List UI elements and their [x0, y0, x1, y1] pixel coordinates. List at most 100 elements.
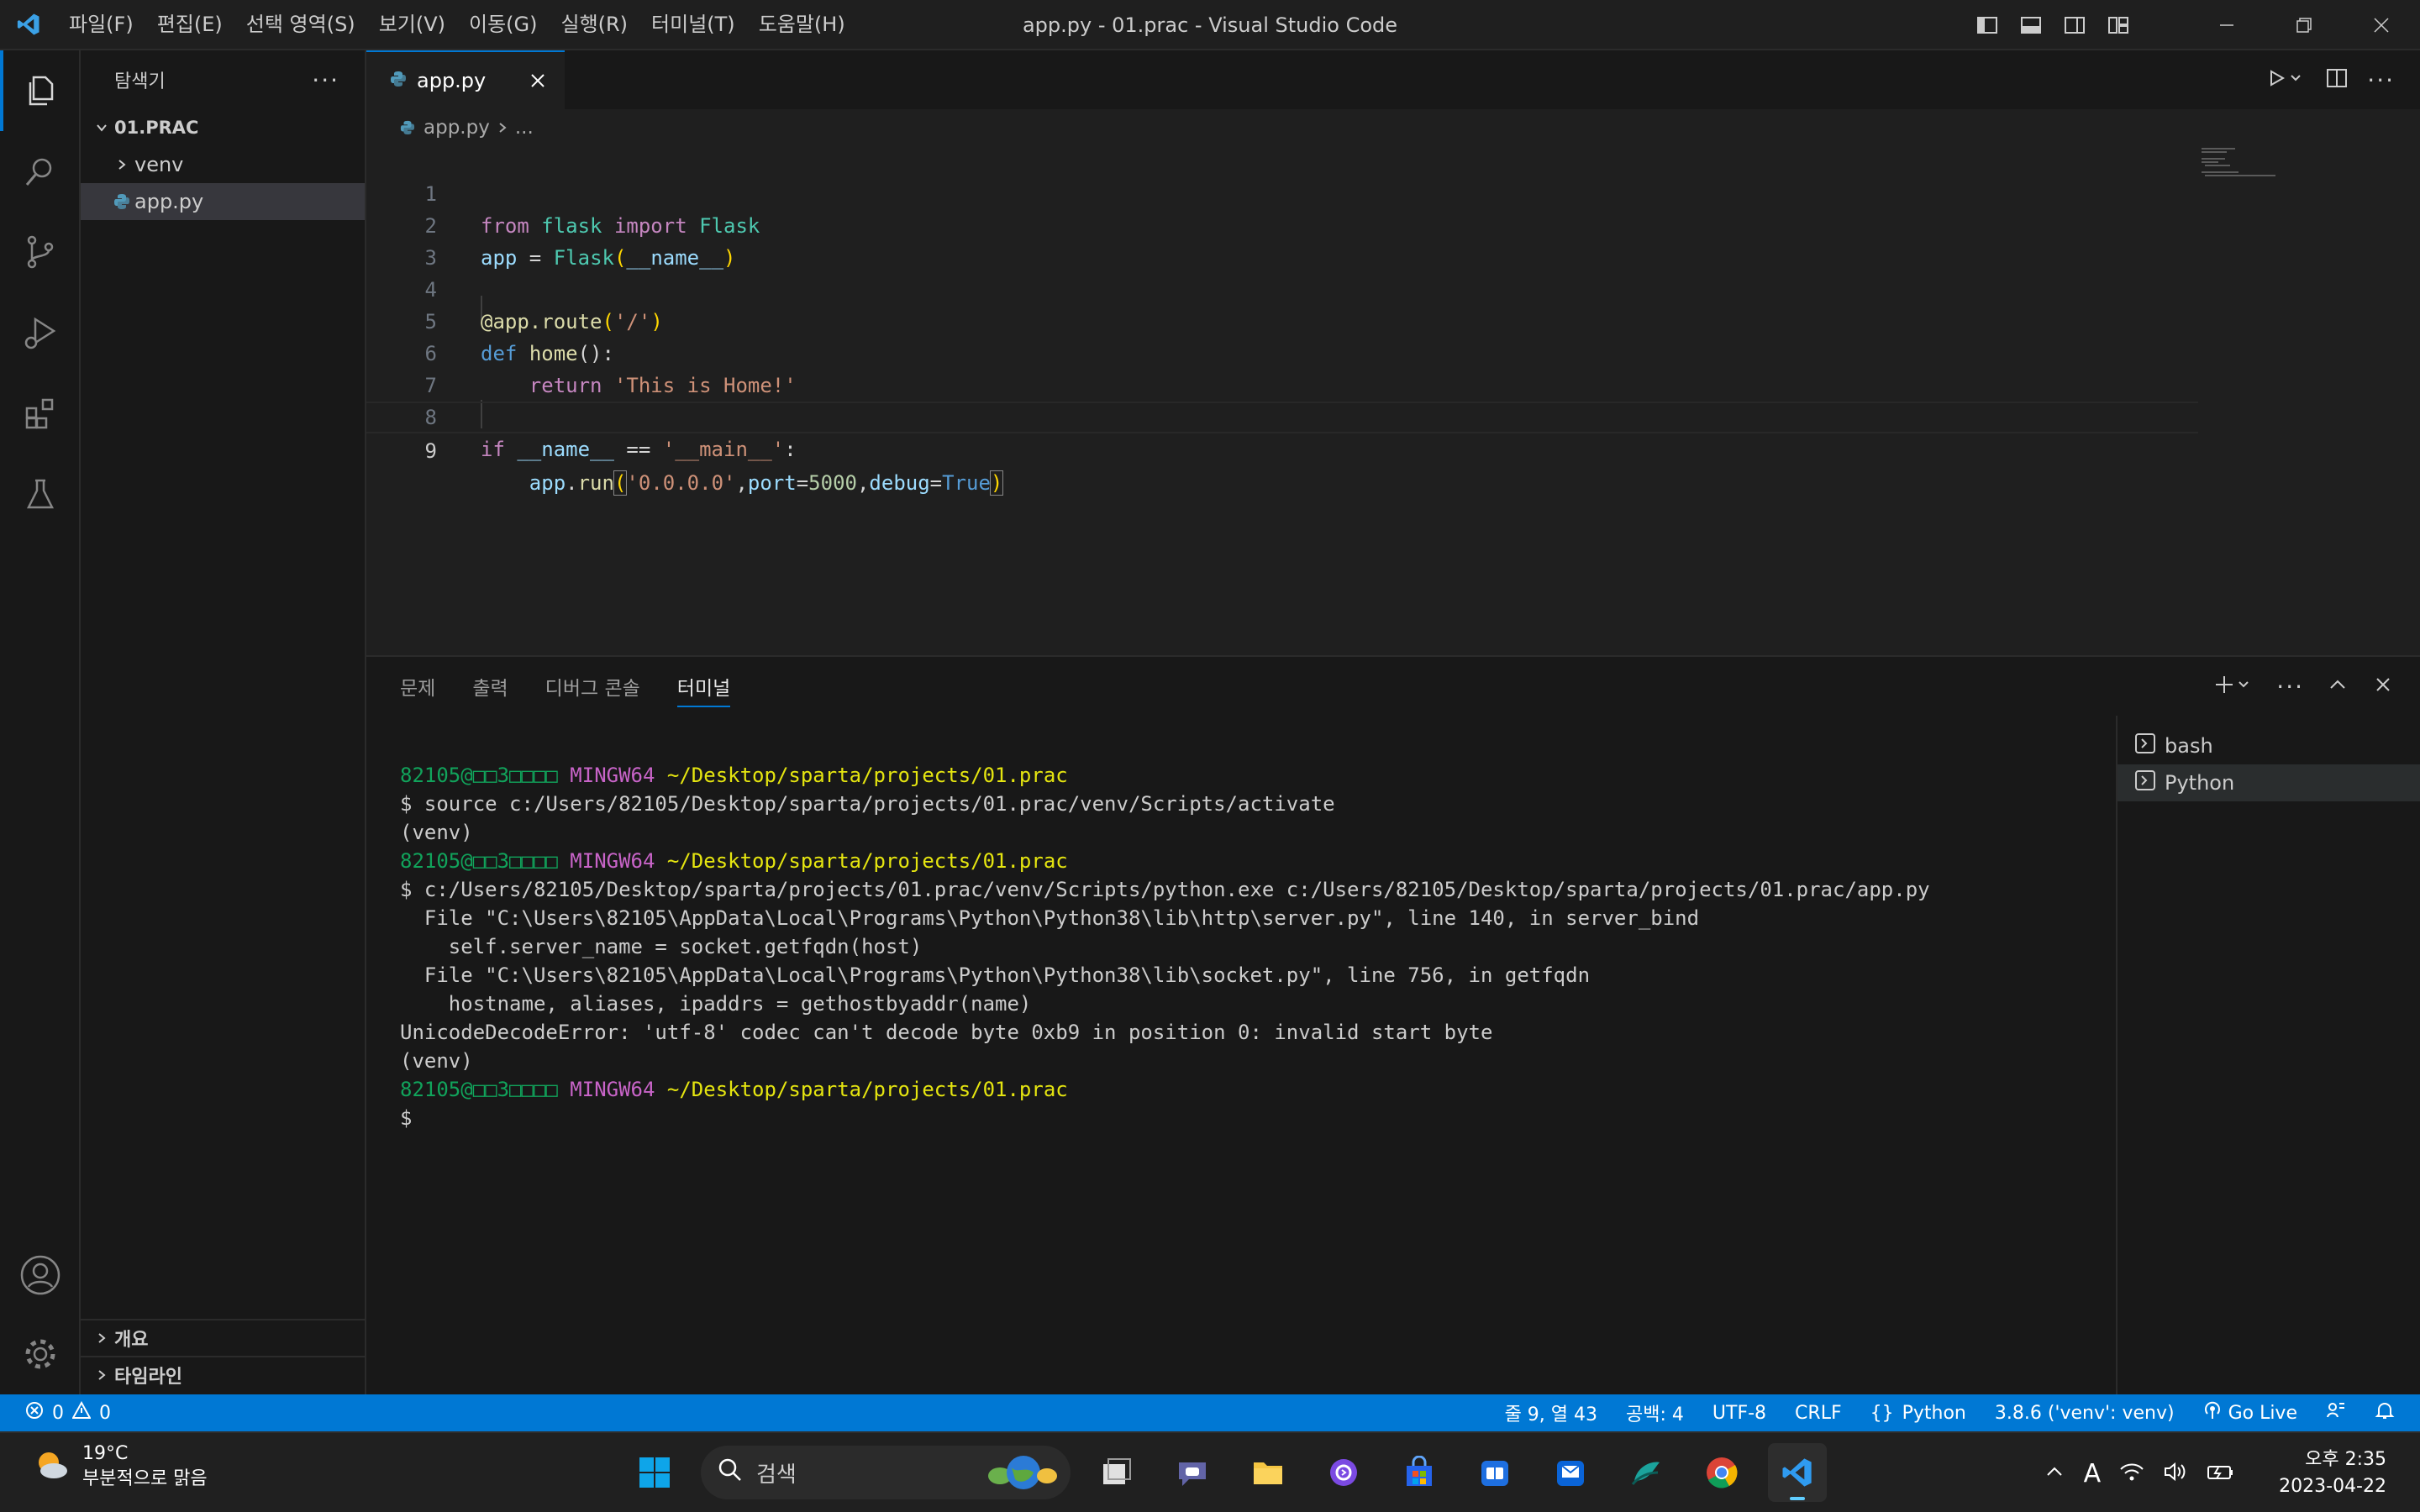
- show-hidden-icons-icon[interactable]: [2044, 1461, 2065, 1486]
- toggle-panel-icon[interactable]: [2015, 9, 2047, 41]
- warning-count: 0: [99, 1402, 111, 1424]
- minimap[interactable]: [2202, 146, 2302, 197]
- tab-terminal[interactable]: 터미널: [676, 672, 731, 707]
- code-line: 5 def home():: [366, 274, 2198, 365]
- accounts-icon[interactable]: [0, 1235, 81, 1315]
- close-tab-icon[interactable]: [526, 69, 550, 97]
- close-window-icon[interactable]: [2343, 0, 2420, 50]
- language-label: Python: [1902, 1402, 1966, 1424]
- go-live-label: Go Live: [2228, 1402, 2297, 1424]
- terminal-item-label: bash: [2165, 734, 2213, 758]
- code-editor[interactable]: 1 from flask import Flask 2 app = Flask(…: [366, 146, 2420, 655]
- explorer-header: 탐색기 ···: [81, 50, 365, 109]
- feedback-icon[interactable]: [2326, 1400, 2346, 1425]
- line-ending[interactable]: CRLF: [1795, 1403, 1842, 1424]
- problems-status[interactable]: 0 0: [0, 1400, 111, 1425]
- code-line-current: 9 app.run('0.0.0.0',port=5000,debug=True…: [366, 402, 2198, 496]
- sway-app-icon[interactable]: [1617, 1443, 1676, 1502]
- chrome-icon[interactable]: [1692, 1443, 1751, 1502]
- tab-debug-console[interactable]: 디버그 콘솔: [545, 672, 640, 701]
- maximize-panel-icon[interactable]: [2326, 673, 2349, 700]
- time: 오후 2:35: [2305, 1449, 2386, 1470]
- python-interpreter[interactable]: 3.8.6 ('venv': venv): [1995, 1403, 2175, 1424]
- menu-edit[interactable]: 편집(E): [145, 6, 234, 43]
- menu-file[interactable]: 파일(F): [57, 6, 145, 43]
- tree-item-venv[interactable]: venv: [81, 146, 365, 183]
- microsoft-store-icon[interactable]: [1390, 1443, 1449, 1502]
- power-automate-icon[interactable]: [1314, 1443, 1373, 1502]
- error-count: 0: [52, 1402, 64, 1424]
- go-live-button[interactable]: Go Live: [2203, 1401, 2297, 1425]
- volume-icon[interactable]: [2163, 1461, 2188, 1486]
- split-editor-icon[interactable]: [2325, 66, 2349, 93]
- file-explorer-icon[interactable]: [1239, 1443, 1297, 1502]
- timeline-label: 타임라인: [114, 1367, 182, 1388]
- language-mode[interactable]: {} Python: [1870, 1403, 1966, 1424]
- more-actions-icon[interactable]: ···: [312, 66, 339, 94]
- search-icon: [718, 1457, 743, 1488]
- outline-section[interactable]: 개요: [81, 1319, 366, 1356]
- explorer-icon[interactable]: [0, 50, 81, 131]
- toggle-sidebar-icon[interactable]: [1971, 9, 2003, 41]
- more-actions-icon[interactable]: ···: [2367, 66, 2395, 94]
- timeline-section[interactable]: 타임라인: [81, 1356, 366, 1393]
- vscode-taskbar-icon[interactable]: [1768, 1443, 1827, 1502]
- more-actions-icon[interactable]: ···: [2276, 673, 2304, 701]
- menu-help[interactable]: 도움말(H): [747, 6, 857, 43]
- outlook-icon[interactable]: [1541, 1443, 1600, 1502]
- tab-label: app.py: [417, 69, 487, 92]
- wifi-icon[interactable]: [2119, 1461, 2144, 1486]
- window-controls: [2188, 0, 2420, 50]
- battery-icon[interactable]: [2207, 1461, 2235, 1486]
- weather-widget[interactable]: 19°C 부분적으로 맑음: [30, 1441, 208, 1492]
- settings-gear-icon[interactable]: [0, 1314, 81, 1394]
- terminal-icon: [2134, 769, 2156, 796]
- breadcrumb-symbol[interactable]: ...: [515, 117, 534, 139]
- testing-flask-icon[interactable]: [0, 454, 81, 534]
- run-file-icon[interactable]: [2266, 66, 2307, 93]
- ime-icon[interactable]: A: [2084, 1459, 2102, 1488]
- extensions-icon[interactable]: [0, 373, 81, 454]
- windows-start-icon[interactable]: [625, 1443, 684, 1502]
- menu-go[interactable]: 이동(G): [457, 6, 549, 43]
- restore-icon[interactable]: [2265, 0, 2343, 50]
- close-panel-icon[interactable]: [2371, 673, 2395, 700]
- toggle-secondary-sidebar-icon[interactable]: [2059, 9, 2091, 41]
- minimize-icon[interactable]: [2188, 0, 2265, 50]
- terminal-item-bash[interactable]: bash: [2118, 727, 2420, 764]
- encoding[interactable]: UTF-8: [1712, 1403, 1766, 1424]
- run-debug-icon[interactable]: [0, 292, 81, 373]
- tab-output[interactable]: 출력: [472, 672, 508, 701]
- indentation[interactable]: 공백: 4: [1626, 1399, 1684, 1426]
- chevron-down-icon: [89, 121, 114, 134]
- workspace-folder-label: 01.PRAC: [114, 118, 199, 138]
- tree-item-app-py[interactable]: app.py: [81, 183, 365, 220]
- menu-terminal[interactable]: 터미널(T): [639, 6, 747, 43]
- explorer-title: 탐색기: [114, 71, 166, 92]
- menu-run[interactable]: 실행(R): [549, 6, 639, 43]
- teams-chat-icon[interactable]: [1163, 1443, 1222, 1502]
- source-control-icon[interactable]: [0, 212, 81, 292]
- customize-layout-icon[interactable]: [2102, 9, 2134, 41]
- status-right: 줄 9, 열 43 공백: 4 UTF-8 CRLF {} Python 3.8…: [1505, 1394, 2395, 1431]
- new-terminal-icon[interactable]: [2214, 673, 2254, 700]
- calendar-app-icon[interactable]: [1465, 1443, 1524, 1502]
- breadcrumb-file[interactable]: app.py: [424, 117, 490, 139]
- clock[interactable]: 오후 2:35 2023-04-22: [2279, 1446, 2386, 1500]
- terminal-item-python[interactable]: Python: [2118, 764, 2420, 801]
- error-icon: [25, 1401, 44, 1425]
- workspace-folder[interactable]: 01.PRAC: [81, 109, 365, 146]
- menu-selection[interactable]: 선택 영역(S): [234, 6, 367, 43]
- taskbar-search[interactable]: 검색: [701, 1446, 1071, 1499]
- panel-tabs: 문제 출력 디버그 콘솔 터미널: [400, 657, 731, 716]
- bottom-panel: 문제 출력 디버그 콘솔 터미널 ··· 82105@□□3□□□□ MINGW…: [366, 655, 2420, 1396]
- search-icon[interactable]: [0, 131, 81, 212]
- tab-app-py[interactable]: app.py: [366, 50, 565, 109]
- explorer-sidebar: 탐색기 ··· 01.PRAC venv app.py 개요 타임라인: [81, 50, 366, 1394]
- menu-view[interactable]: 보기(V): [367, 6, 457, 43]
- tab-problems[interactable]: 문제: [400, 672, 435, 701]
- code-line: 4 @app.route('/'): [366, 242, 2198, 333]
- task-view-icon[interactable]: [1087, 1443, 1146, 1502]
- cursor-position[interactable]: 줄 9, 열 43: [1505, 1399, 1597, 1426]
- notification-bell-icon[interactable]: [2375, 1400, 2395, 1425]
